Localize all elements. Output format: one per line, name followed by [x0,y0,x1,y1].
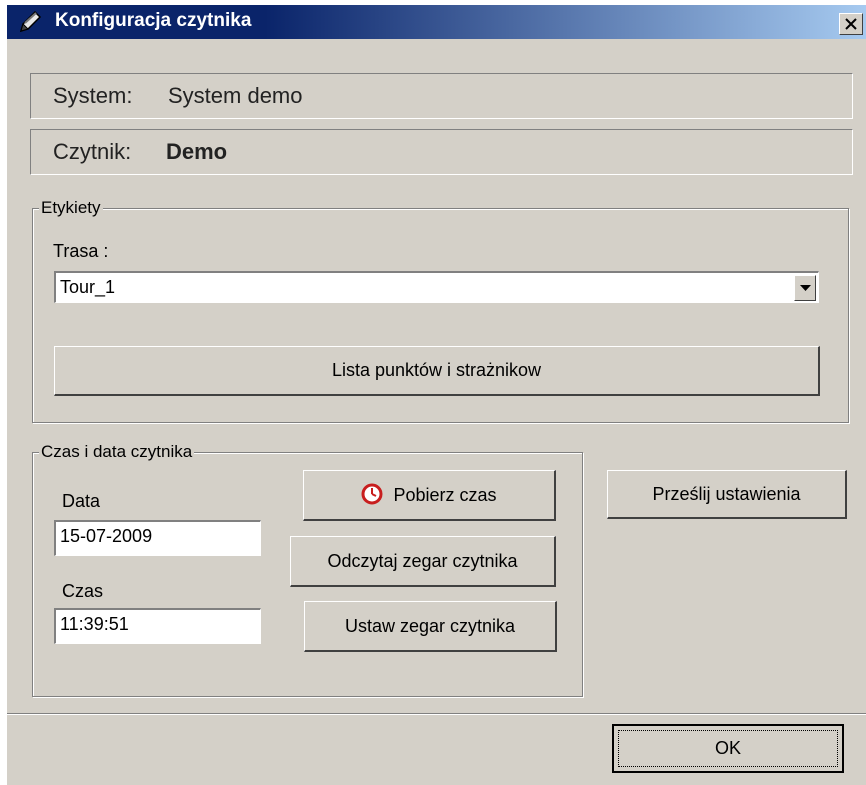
chevron-down-icon [800,285,811,291]
set-reader-clock-button[interactable]: Ustaw zegar czytnika [304,601,557,652]
close-icon [845,18,857,30]
read-reader-clock-button[interactable]: Odczytaj zegar czytnika [290,536,556,587]
labels-group: Etykiety Trasa : Tour_1 Lista punktów i … [32,198,849,423]
get-time-button[interactable]: Pobierz czas [303,470,556,521]
route-label: Trasa : [53,241,109,261]
window-title: Konfiguracja czytnika [55,10,252,31]
time-label: Czas [62,581,104,601]
send-settings-button[interactable]: Prześlij ustawienia [607,470,847,519]
system-value: System demo [168,83,303,108]
reader-value: Demo [166,139,228,164]
time-field-value: 11:39:51 [60,614,129,634]
points-guards-list-button[interactable]: Lista punktów i strażnikow [54,346,820,396]
time-group: Czas i data czytnika Data 15-07-2009 Cza… [32,442,583,697]
labels-group-legend: Etykiety [39,198,103,218]
date-field[interactable]: 15-07-2009 [54,520,261,556]
time-field[interactable]: 11:39:51 [54,608,261,644]
reader-panel: Czytnik: Demo [30,129,853,175]
time-group-legend: Czas i data czytnika [39,442,195,462]
route-select[interactable]: Tour_1 [54,271,819,303]
route-select-value: Tour_1 [60,277,116,297]
route-dropdown-button[interactable] [794,275,816,301]
close-button[interactable] [839,13,863,35]
system-label: System: [53,83,133,108]
date-field-value: 15-07-2009 [60,526,153,546]
pen-icon [19,10,42,33]
reader-config-window: Konfiguracja czytnika System: System dem… [7,5,866,785]
title-bar: Konfiguracja czytnika [7,5,866,39]
date-label: Data [62,491,101,511]
bottom-bar: OK [7,713,866,785]
ok-button[interactable]: OK [612,724,844,773]
system-panel: System: System demo [30,73,853,119]
reader-label: Czytnik: [53,139,132,164]
clock-icon [361,483,383,505]
